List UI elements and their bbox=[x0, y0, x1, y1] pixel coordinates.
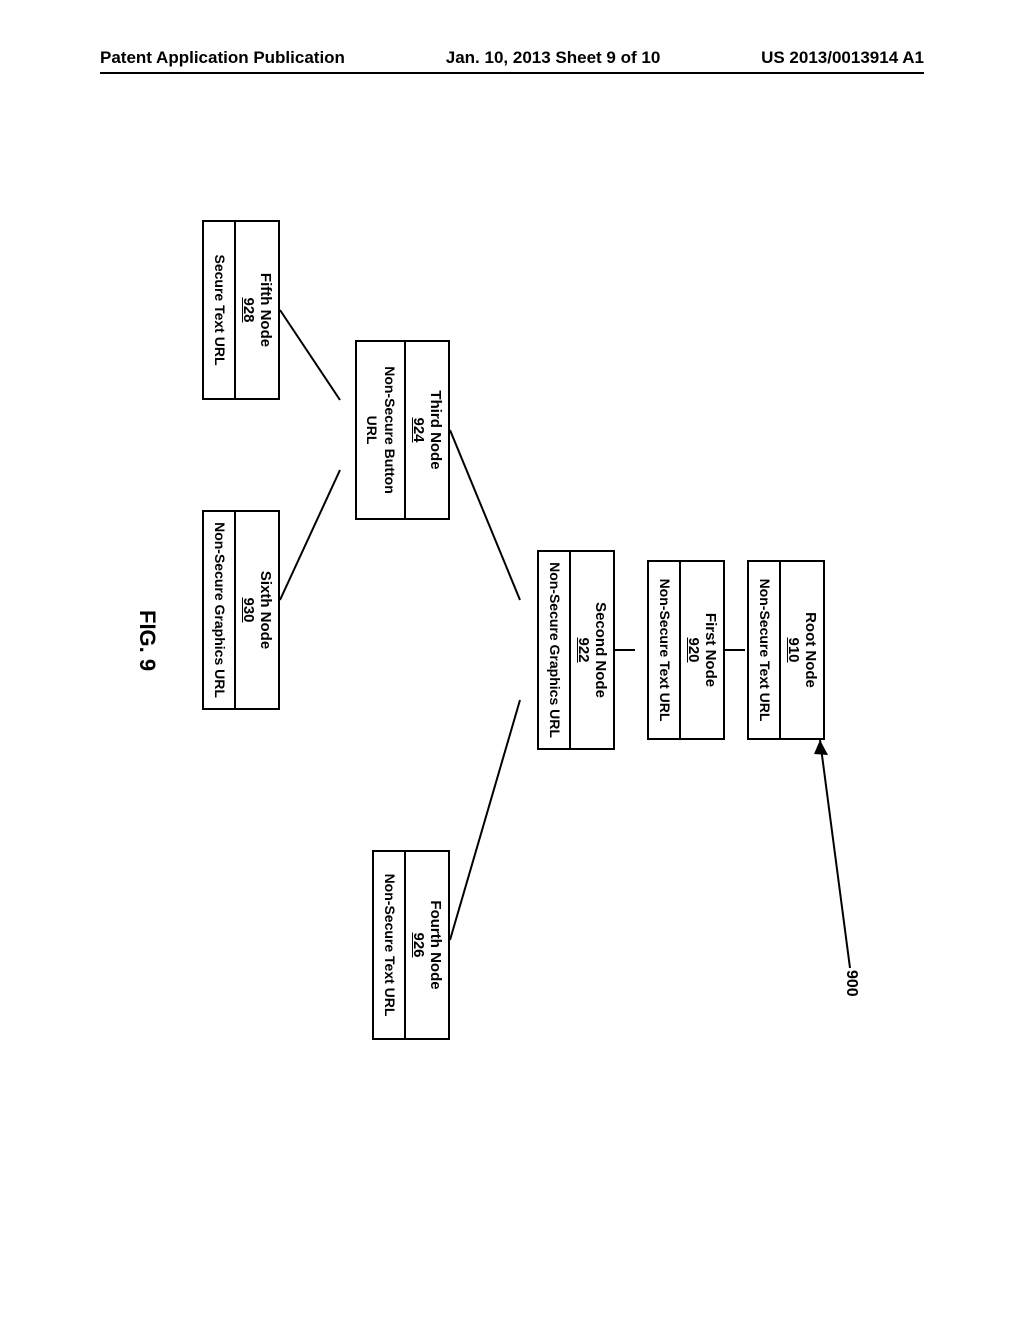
node-sixth-ref: 930 bbox=[236, 597, 257, 622]
diagram-canvas: 900 Root Node 910 Non-Secure Text URL Fi… bbox=[120, 180, 880, 1180]
system-ref: 900 bbox=[842, 970, 860, 997]
node-fourth-title: Fourth Node bbox=[427, 892, 448, 997]
node-second-ref: 922 bbox=[571, 637, 592, 662]
node-second-title: Second Node bbox=[592, 594, 613, 706]
node-fifth-title: Fifth Node bbox=[257, 265, 278, 355]
figure-label: FIG. 9 bbox=[134, 610, 160, 671]
node-third: Third Node 924 Non-Secure Button URL bbox=[355, 340, 450, 520]
node-fourth: Fourth Node 926 Non-Secure Text URL bbox=[373, 850, 451, 1040]
node-first-ref: 920 bbox=[681, 637, 702, 662]
node-second-sub: Non-Secure Graphics URL bbox=[540, 552, 572, 748]
node-first: First Node 920 Non-Secure Text URL bbox=[648, 560, 726, 740]
node-first-sub: Non-Secure Text URL bbox=[650, 562, 682, 738]
node-first-title: First Node bbox=[702, 605, 723, 695]
header-right: US 2013/0013914 A1 bbox=[761, 48, 924, 68]
node-fifth: Fifth Node 928 Secure Text URL bbox=[203, 220, 281, 400]
node-sixth-title: Sixth Node bbox=[257, 563, 278, 657]
node-root-sub: Non-Secure Text URL bbox=[750, 562, 782, 738]
node-second: Second Node 922 Non-Secure Graphics URL bbox=[538, 550, 616, 750]
header-center: Jan. 10, 2013 Sheet 9 of 10 bbox=[446, 48, 661, 68]
node-root-title: Root Node bbox=[802, 604, 823, 696]
node-fifth-sub: Secure Text URL bbox=[205, 222, 237, 398]
node-third-ref: 924 bbox=[406, 417, 427, 442]
node-sixth-sub: Non-Secure Graphics URL bbox=[205, 512, 237, 708]
header-left: Patent Application Publication bbox=[100, 48, 345, 68]
node-sixth: Sixth Node 930 Non-Secure Graphics URL bbox=[203, 510, 281, 710]
node-fourth-ref: 926 bbox=[406, 932, 427, 957]
node-root: Root Node 910 Non-Secure Text URL bbox=[748, 560, 826, 740]
node-third-sub: Non-Secure Button URL bbox=[357, 342, 406, 518]
node-root-ref: 910 bbox=[781, 637, 802, 662]
header-rule bbox=[100, 72, 924, 74]
node-third-title: Third Node bbox=[427, 382, 448, 477]
page-header: Patent Application Publication Jan. 10, … bbox=[0, 48, 1024, 68]
node-fifth-ref: 928 bbox=[236, 297, 257, 322]
node-fourth-sub: Non-Secure Text URL bbox=[375, 852, 407, 1038]
